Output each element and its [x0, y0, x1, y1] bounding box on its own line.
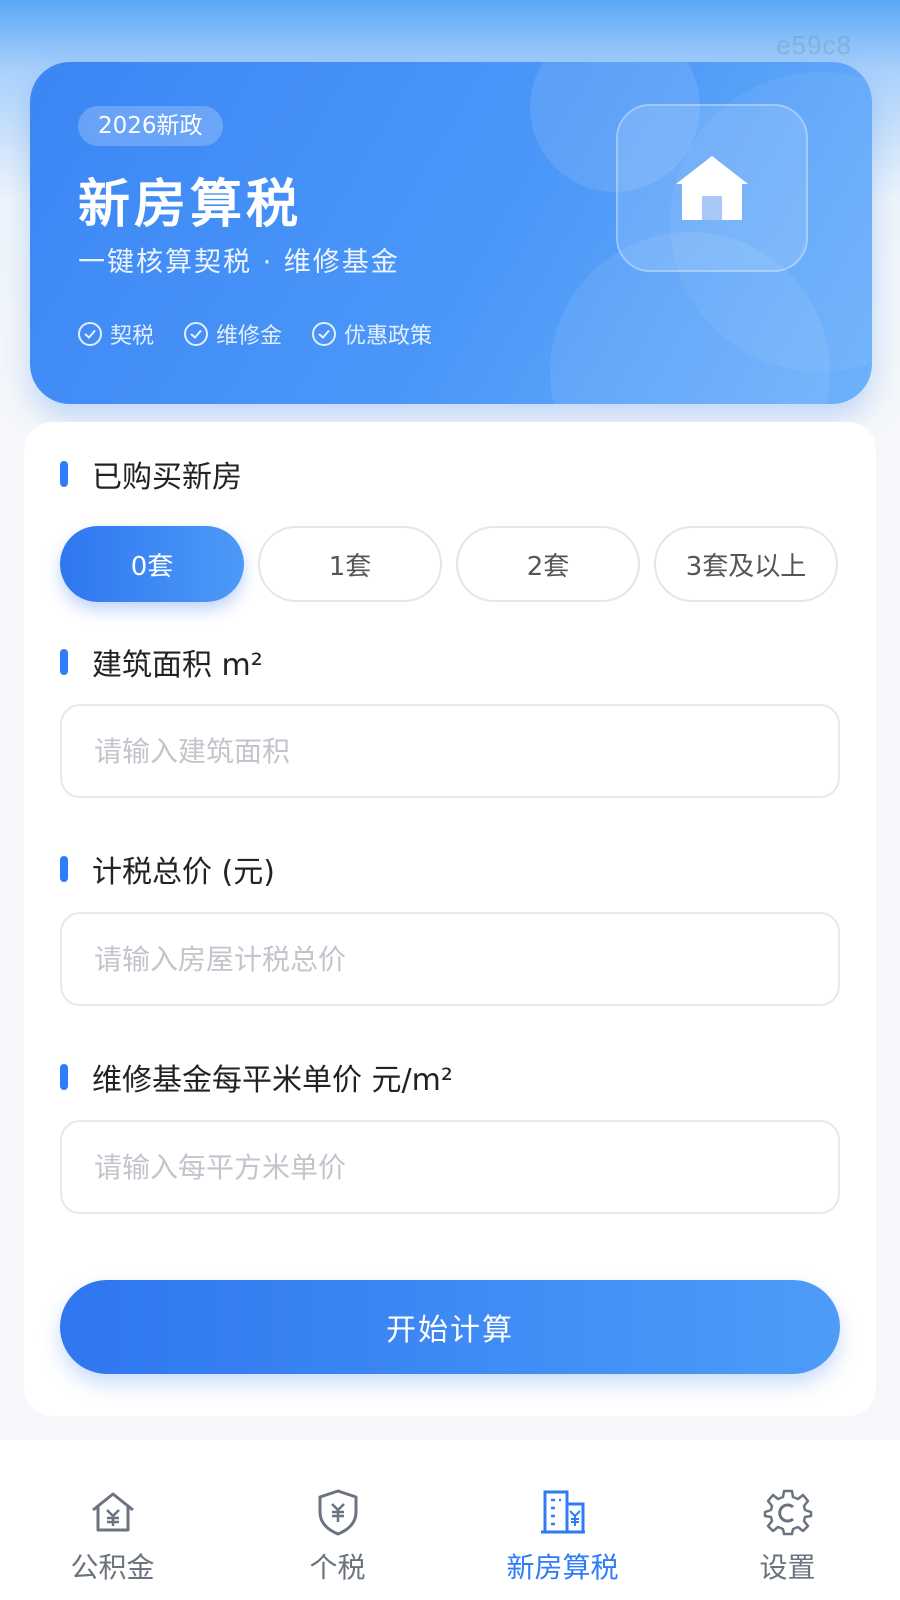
area-field[interactable] [60, 704, 840, 798]
feature-tags: 契税 维修金 优惠政策 [78, 318, 432, 350]
page-title: 新房算税 [78, 175, 303, 235]
price-input[interactable] [94, 942, 806, 976]
section-title: 维修基金每平米单价 元/m² [92, 1063, 453, 1098]
policy-badge: 2026新政 [78, 106, 223, 146]
section-marker [60, 1064, 68, 1090]
owned-option-2[interactable]: 2套 [456, 526, 640, 602]
shield-yuan-icon [318, 1489, 357, 1536]
tab-settings[interactable]: 设置 [675, 1440, 900, 1600]
tab-label: 公积金 [70, 1551, 155, 1584]
feature-tag-label: 契税 [110, 324, 155, 349]
check-circle-icon [184, 322, 209, 346]
owned-houses-label: 已购买新房 [60, 452, 242, 496]
fund-label: 维修基金每平米单价 元/m² [60, 1055, 453, 1099]
page-subtitle: 一键核算契税 · 维修基金 [78, 247, 400, 278]
owned-houses-options: 0套 1套 2套 3套及以上 [60, 526, 838, 602]
section-marker [60, 461, 68, 487]
section-marker [60, 856, 68, 882]
price-label: 计税总价 (元) [60, 847, 275, 891]
price-field[interactable] [60, 912, 840, 1006]
tax-form-card: 已购买新房 0套 1套 2套 3套及以上 建筑面积 m² 计税总价 (元) 维修… [24, 422, 876, 1416]
tab-new-house-tax[interactable]: 新房算税 [450, 1440, 675, 1600]
tab-label: 个税 [309, 1551, 366, 1584]
fund-field[interactable] [60, 1120, 840, 1214]
hero-icon-box [616, 104, 808, 272]
calculate-button[interactable]: 开始计算 [60, 1280, 840, 1374]
owned-option-3-plus[interactable]: 3套及以上 [654, 526, 838, 602]
area-label: 建筑面积 m² [60, 640, 263, 684]
tab-income-tax[interactable]: 个税 [225, 1440, 450, 1600]
section-marker [60, 649, 68, 675]
tab-label: 设置 [759, 1551, 816, 1584]
building-yuan-icon [540, 1490, 585, 1534]
section-title: 建筑面积 m² [92, 648, 263, 683]
owned-option-1[interactable]: 1套 [258, 526, 442, 602]
feature-tag: 优惠政策 [312, 318, 432, 350]
feature-tag: 契税 [78, 318, 154, 350]
owned-option-0[interactable]: 0套 [60, 526, 244, 602]
feature-tag-label: 优惠政策 [344, 324, 433, 349]
house-yuan-icon [91, 1492, 134, 1532]
hero-banner: 2026新政 新房算税 一键核算契税 · 维修基金 契税 维修金 优惠政策 [30, 62, 872, 404]
feature-tag-label: 维修金 [216, 324, 283, 349]
tab-label: 新房算税 [506, 1551, 619, 1584]
check-circle-icon [78, 322, 102, 346]
bottom-tabbar: 公积金 个税 新房算税 设置 [0, 1440, 900, 1600]
watermark: e59c8 [776, 30, 852, 60]
area-input[interactable] [94, 734, 806, 768]
fund-unit-price-input[interactable] [94, 1150, 806, 1184]
feature-tag: 维修金 [184, 318, 282, 350]
house-icon [676, 156, 748, 220]
gear-icon [763, 1489, 812, 1536]
section-title: 计税总价 (元) [92, 855, 275, 890]
section-title: 已购买新房 [92, 460, 242, 495]
tab-housing-fund[interactable]: 公积金 [0, 1440, 225, 1600]
check-circle-icon [312, 322, 337, 346]
